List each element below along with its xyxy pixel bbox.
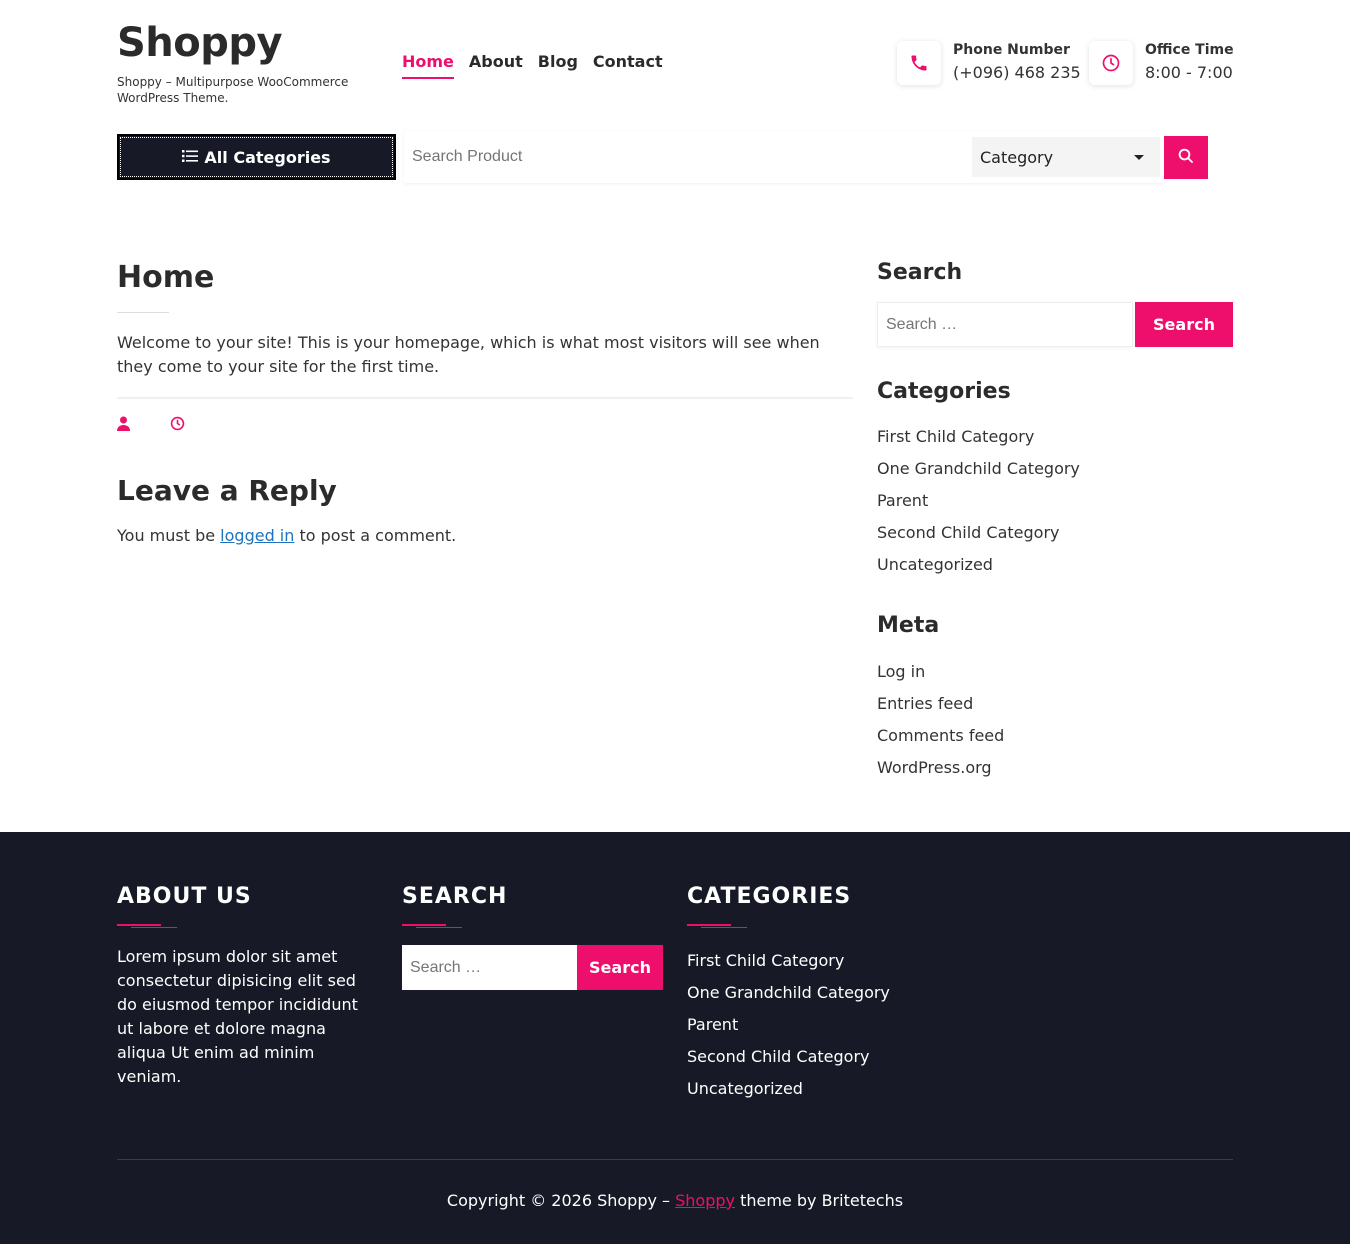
footer-about-text: Lorem ipsum dolor sit amet consectetur d… [117, 947, 358, 1086]
footer-categories-underline [687, 924, 747, 928]
footer-category-item[interactable]: Uncategorized [687, 1073, 890, 1105]
sidebar-meta-title: Meta [877, 613, 940, 638]
footer-search-underline [402, 924, 462, 928]
footer-categories-title: CATEGORIES [687, 884, 852, 909]
category-select-value: Category [980, 147, 1054, 167]
product-search-bar: Category [404, 131, 1164, 183]
footer-divider [117, 1159, 1233, 1160]
meta-item-entries-feed[interactable]: Entries feed [877, 688, 1004, 720]
footer-search-button[interactable]: Search [577, 945, 663, 990]
footer-category-item[interactable]: Parent [687, 1009, 890, 1041]
reply-notice: You must be logged in to post a comment. [117, 526, 456, 545]
phone-icon [897, 41, 941, 85]
page-title: Home [117, 260, 215, 295]
sidebar-category-item[interactable]: One Grandchild Category [877, 453, 1080, 485]
reply-title: Leave a Reply [117, 474, 337, 507]
sidebar-categories-list: First Child Category One Grandchild Cate… [877, 421, 1080, 581]
phone-value: (+096) 468 235 [953, 63, 1081, 82]
sidebar-search-button[interactable]: Search [1135, 302, 1233, 347]
copyright: Copyright © 2026 Shoppy – Shoppy theme b… [0, 1191, 1350, 1210]
user-icon[interactable] [117, 416, 130, 435]
all-categories-button[interactable]: All Categories [117, 134, 396, 180]
site-description: Shoppy – Multipurpose WooCommerce WordPr… [117, 75, 349, 105]
sidebar-categories-title: Categories [877, 379, 1011, 404]
clock-icon [1089, 41, 1133, 85]
office-time-info: Office Time 8:00 - 7:00 [1089, 40, 1234, 86]
footer-search-title: SEARCH [402, 884, 508, 909]
nav-about[interactable]: About [469, 52, 523, 79]
sidebar-search-title: Search [877, 260, 963, 285]
nav-home[interactable]: Home [402, 52, 454, 79]
all-categories-label: All Categories [204, 147, 331, 167]
sidebar-category-item[interactable]: Uncategorized [877, 549, 1080, 581]
list-icon [182, 148, 199, 167]
sidebar-meta-list: Log in Entries feed Comments feed WordPr… [877, 656, 1004, 784]
entry-divider [117, 397, 853, 399]
footer-category-item[interactable]: Second Child Category [687, 1041, 890, 1073]
sidebar-category-item[interactable]: Second Child Category [877, 517, 1080, 549]
sidebar-search-input[interactable] [877, 302, 1133, 347]
footer-about-title: ABOUT US [117, 884, 252, 909]
meta-item-wordpress-org[interactable]: WordPress.org [877, 752, 1004, 784]
office-time-value: 8:00 - 7:00 [1145, 63, 1233, 82]
phone-info: Phone Number (+096) 468 235 [897, 40, 1081, 86]
footer-category-item[interactable]: First Child Category [687, 945, 890, 977]
logged-in-link[interactable]: logged in [220, 526, 294, 545]
footer-category-item[interactable]: One Grandchild Category [687, 977, 890, 1009]
caret-down-icon [1134, 155, 1144, 160]
meta-item-comments-feed[interactable]: Comments feed [877, 720, 1004, 752]
site-title[interactable]: Shoppy [117, 20, 283, 66]
sidebar-category-item[interactable]: Parent [877, 485, 1080, 517]
theme-link[interactable]: Shoppy [675, 1191, 735, 1210]
title-divider [117, 312, 169, 313]
reply-suffix: to post a comment. [294, 526, 457, 545]
phone-label: Phone Number [953, 42, 1070, 58]
product-search-input[interactable] [404, 131, 969, 183]
product-search-button[interactable] [1164, 136, 1208, 179]
copyright-suffix: theme by Britetechs [735, 1191, 904, 1210]
footer-search-input[interactable] [402, 945, 577, 990]
meta-item-log-in[interactable]: Log in [877, 656, 1004, 688]
category-select[interactable]: Category [972, 137, 1160, 177]
office-time-label: Office Time [1145, 42, 1234, 58]
welcome-text: Welcome to your site! This is your homep… [117, 333, 820, 376]
copyright-prefix: Copyright © 2026 Shoppy – [446, 1191, 676, 1210]
footer-about-underline [117, 924, 177, 928]
reply-prefix: You must be [117, 526, 221, 545]
main-nav: Home About Blog Contact [402, 52, 663, 79]
footer-categories-list: First Child Category One Grandchild Cate… [687, 945, 890, 1105]
nav-contact[interactable]: Contact [593, 52, 663, 79]
sidebar-category-item[interactable]: First Child Category [877, 421, 1080, 453]
clock-icon[interactable] [170, 416, 185, 435]
search-icon [1177, 147, 1195, 168]
nav-blog[interactable]: Blog [538, 52, 578, 79]
